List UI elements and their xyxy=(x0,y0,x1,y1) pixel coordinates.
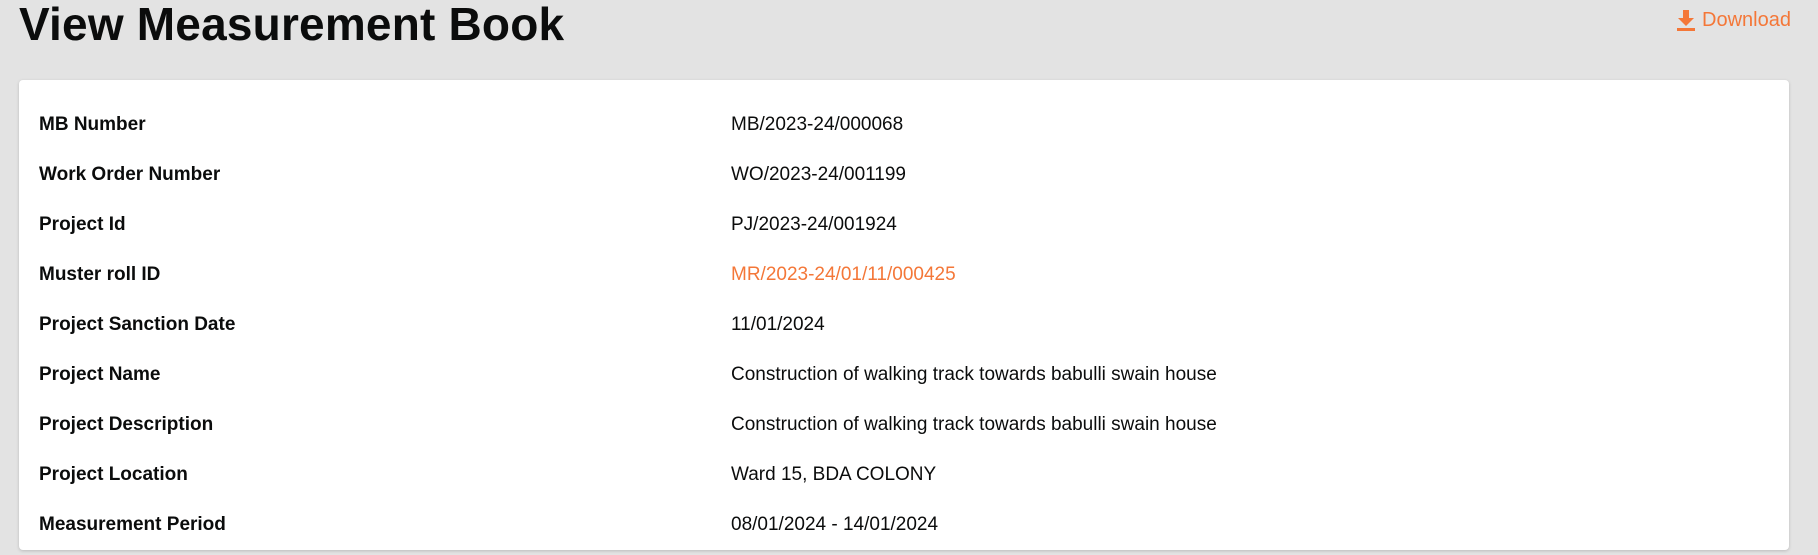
download-label: Download xyxy=(1702,9,1791,31)
detail-value: Ward 15, BDA COLONY xyxy=(731,464,937,485)
page-title: View Measurement Book xyxy=(19,0,565,50)
detail-value: 08/01/2024 - 14/01/2024 xyxy=(731,514,939,535)
muster-roll-link[interactable]: MR/2023-24/01/11/000425 xyxy=(731,264,956,286)
detail-label: Work Order Number xyxy=(39,164,221,185)
detail-row-muster-roll-id: Muster roll ID MR/2023-24/01/11/000425 xyxy=(39,250,1769,300)
detail-value: PJ/2023-24/001924 xyxy=(731,214,897,235)
download-button[interactable]: Download xyxy=(1676,9,1791,32)
detail-row-work-order-number: Work Order Number WO/2023-24/001199 xyxy=(39,150,1769,200)
detail-label: Measurement Period xyxy=(39,514,226,535)
detail-label: Project Id xyxy=(39,214,126,235)
detail-row-project-sanction-date: Project Sanction Date 11/01/2024 xyxy=(39,300,1769,350)
detail-row-project-name: Project Name Construction of walking tra… xyxy=(39,350,1769,400)
download-icon xyxy=(1676,9,1696,32)
detail-row-project-id: Project Id PJ/2023-24/001924 xyxy=(39,200,1769,250)
detail-value: Construction of walking track towards ba… xyxy=(731,414,1217,435)
detail-label: Project Sanction Date xyxy=(39,314,236,335)
detail-row-project-description: Project Description Construction of walk… xyxy=(39,400,1769,450)
detail-label: Muster roll ID xyxy=(39,264,161,285)
detail-value: 11/01/2024 xyxy=(731,314,825,335)
detail-value: MB/2023-24/000068 xyxy=(731,114,904,135)
detail-row-measurement-period: Measurement Period 08/01/2024 - 14/01/20… xyxy=(39,500,1769,550)
detail-value: Construction of walking track towards ba… xyxy=(731,364,1217,385)
detail-label: Project Name xyxy=(39,364,161,385)
detail-row-project-location: Project Location Ward 15, BDA COLONY xyxy=(39,450,1769,500)
detail-row-mb-number: MB Number MB/2023-24/000068 xyxy=(39,100,1769,150)
details-list: MB Number MB/2023-24/000068 Work Order N… xyxy=(39,100,1769,550)
detail-label: MB Number xyxy=(39,114,146,135)
detail-label: Project Description xyxy=(39,414,214,435)
page-header: View Measurement Book Download xyxy=(19,0,1791,60)
details-card: MB Number MB/2023-24/000068 Work Order N… xyxy=(19,80,1789,550)
detail-label: Project Location xyxy=(39,464,188,485)
detail-value: WO/2023-24/001199 xyxy=(731,164,906,185)
